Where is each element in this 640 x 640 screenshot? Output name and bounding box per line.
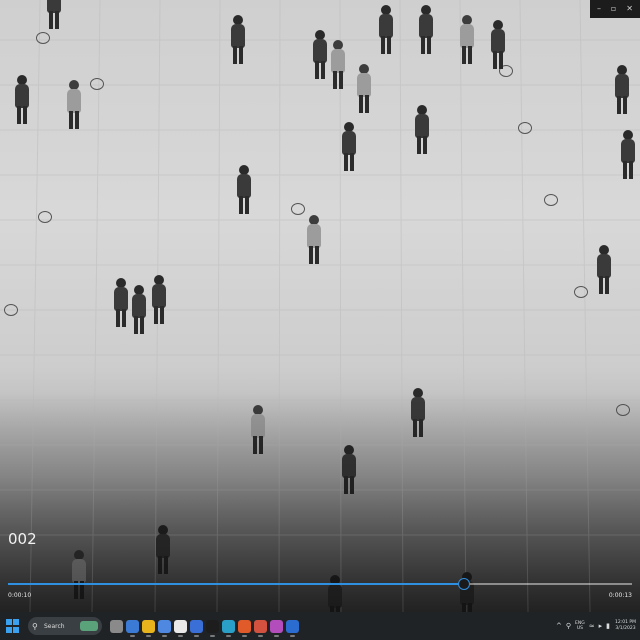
taskbar-app-icon[interactable]	[109, 619, 123, 633]
pedestrian	[412, 105, 432, 180]
pedestrian	[303, 215, 325, 305]
floor-marker	[38, 211, 52, 223]
clock[interactable]: 12:01 PM 3/1/2023	[615, 620, 636, 632]
pedestrian	[416, 5, 436, 60]
pinned-apps	[108, 619, 300, 637]
pedestrian	[233, 165, 255, 260]
pedestrian	[228, 15, 248, 65]
pedestrian	[44, 0, 64, 30]
taskbar-app-icon[interactable]	[157, 619, 171, 637]
pedestrian	[592, 245, 616, 340]
pedestrian	[339, 122, 359, 192]
video-frame[interactable]	[0, 0, 640, 612]
taskbar-app-icon[interactable]	[141, 619, 155, 637]
floor-marker	[90, 78, 104, 90]
minimize-icon[interactable]: –	[597, 5, 601, 13]
language-indicator[interactable]: ENG US	[575, 621, 585, 631]
taskbar-app-icon[interactable]	[285, 619, 299, 637]
taskbar-app-icon[interactable]	[189, 619, 203, 637]
window-controls: – ▫ ✕	[590, 0, 640, 18]
pedestrian	[376, 5, 396, 54]
pedestrian	[310, 30, 330, 90]
current-time: 0:00:10	[8, 592, 32, 599]
close-icon[interactable]: ✕	[626, 5, 633, 13]
pedestrian	[328, 40, 348, 95]
start-button[interactable]	[6, 619, 20, 633]
floor-marker	[544, 194, 558, 206]
floor-marker	[518, 122, 532, 134]
floor-marker	[574, 286, 588, 298]
volume-icon[interactable]: ▸	[599, 622, 603, 630]
seek-bar-handle[interactable]	[457, 578, 470, 590]
taskbar-search[interactable]: ⚲ Search	[28, 617, 102, 635]
taskbar-app-icon[interactable]	[269, 619, 283, 637]
pedestrian	[12, 75, 32, 125]
taskbar: ⚲ Search ^ ⚲ ENG US ≈ ▸ ▮ 12:01 PM 3/1/2…	[0, 612, 640, 640]
pedestrian	[488, 20, 508, 80]
taskbar-app-icon[interactable]	[237, 619, 251, 637]
search-icon: ⚲	[32, 621, 38, 631]
pedestrian	[457, 15, 477, 80]
floor-marker	[291, 203, 305, 215]
taskbar-app-icon[interactable]	[173, 619, 187, 637]
taskbar-app-icon[interactable]	[253, 619, 267, 637]
video-title: 002	[8, 530, 37, 548]
total-time: 0:00:13	[608, 592, 632, 599]
restore-icon[interactable]: ▫	[611, 5, 616, 13]
seek-bar[interactable]	[8, 578, 632, 590]
search-label: Search	[44, 622, 65, 630]
taskbar-app-icon[interactable]	[221, 619, 235, 637]
pedestrian	[618, 130, 638, 200]
pedestrian	[128, 285, 150, 370]
wifi-icon[interactable]: ≈	[589, 622, 595, 630]
taskbar-app-icon[interactable]	[125, 619, 139, 637]
system-tray: ^ ⚲ ENG US ≈ ▸ ▮ 12:01 PM 3/1/2023	[554, 620, 636, 632]
search-highlight-icon	[80, 621, 98, 631]
pedestrian	[64, 80, 84, 135]
seek-bar-progress	[8, 583, 464, 585]
media-player-window: – ▫ ✕ 002 0:00:10 0:00:13 ⚲ Search ^ ⚲ E…	[0, 0, 640, 640]
battery-icon[interactable]: ▮	[606, 622, 610, 630]
floor-marker	[36, 32, 50, 44]
video-bottom-shade	[0, 392, 640, 612]
location-icon[interactable]: ⚲	[566, 622, 571, 630]
chevron-up-icon[interactable]: ^	[556, 622, 562, 630]
taskbar-app-icon[interactable]	[205, 619, 219, 637]
windows-logo-icon	[6, 619, 12, 625]
pedestrian	[148, 275, 170, 360]
floor-marker	[4, 304, 18, 316]
